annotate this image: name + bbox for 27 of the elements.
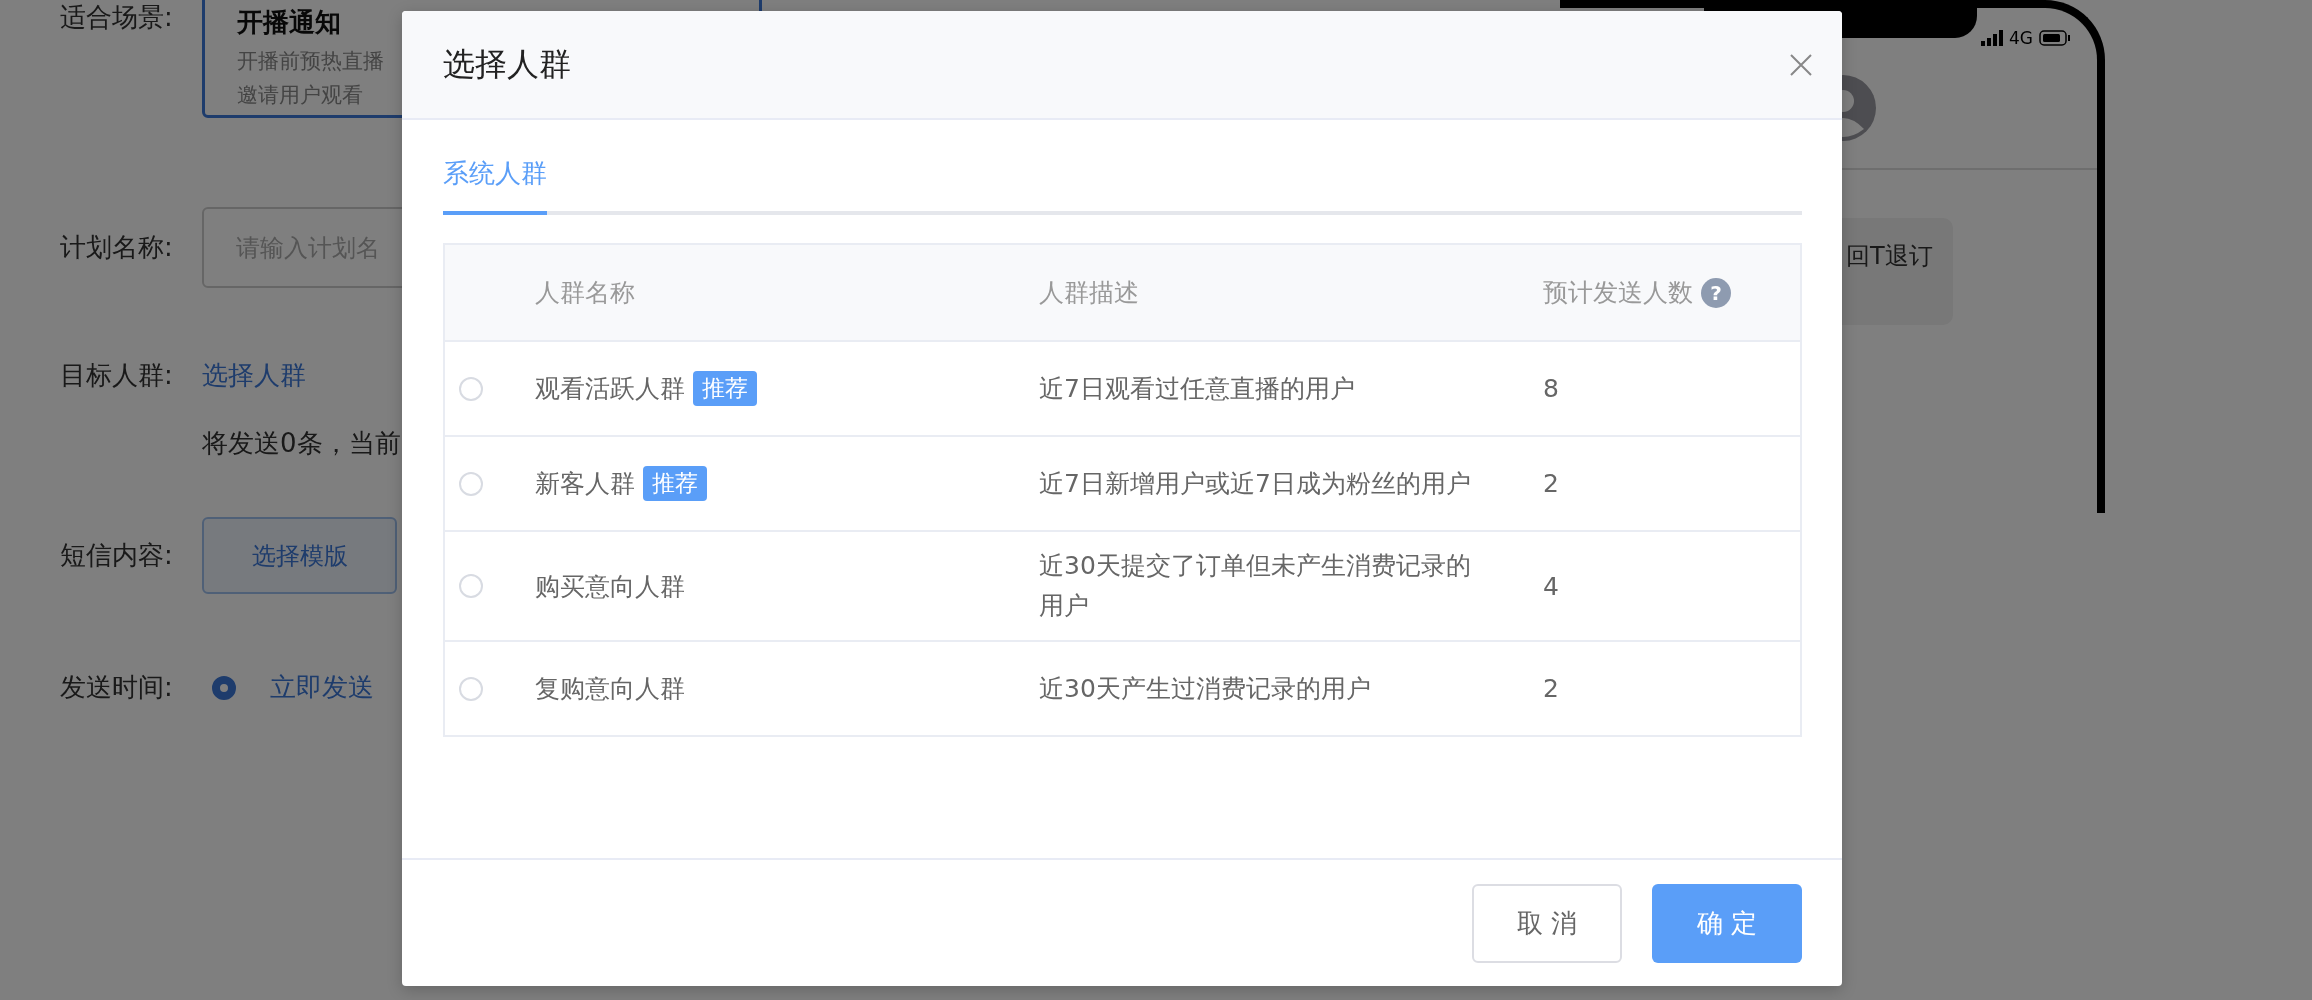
crowd-name: 复购意向人群 — [535, 673, 685, 705]
card-description: 邀请用户观看 — [237, 82, 363, 109]
send-count: 2 — [1543, 674, 1560, 703]
crowd-name: 观看活跃人群 — [535, 373, 685, 405]
send-summary: 将发送0条，当前 — [202, 427, 401, 460]
send-count: 2 — [1543, 469, 1560, 498]
network-label: 4G — [2009, 28, 2033, 48]
card-title: 开播通知 — [237, 6, 342, 39]
send-count: 8 — [1543, 374, 1560, 403]
form-label: 目标人群: — [59, 359, 174, 392]
form-label: 适合场景: — [59, 1, 174, 34]
column-header: 人群描述 — [1039, 277, 1140, 309]
recommend-tag: 推荐 — [643, 466, 707, 501]
column-header: 预计发送人数 — [1543, 277, 1693, 309]
dialog-title: 选择人群 — [443, 43, 571, 85]
crowd-description: 近30天产生过消费记录的用户 — [1039, 672, 1372, 705]
recommend-tag: 推荐 — [693, 371, 757, 406]
card-description: 开播前预热直播 — [237, 48, 384, 75]
crowd-name: 购买意向人群 — [535, 570, 685, 603]
crowd-description: 近7日观看过任意直播的用户 — [1039, 372, 1356, 405]
send-count: 4 — [1543, 571, 1560, 601]
form-label: 短信内容: — [59, 539, 174, 572]
crowd-description: 近30天提交了订单但未产生消费记录的用户 — [1039, 550, 1472, 622]
form-label: 发送时间: — [59, 671, 174, 704]
crowd-name: 新客人群 — [535, 468, 635, 500]
crowd-description: 近7日新增用户或近7日成为粉丝的用户 — [1039, 467, 1472, 500]
form-label: 计划名称: — [59, 231, 174, 264]
